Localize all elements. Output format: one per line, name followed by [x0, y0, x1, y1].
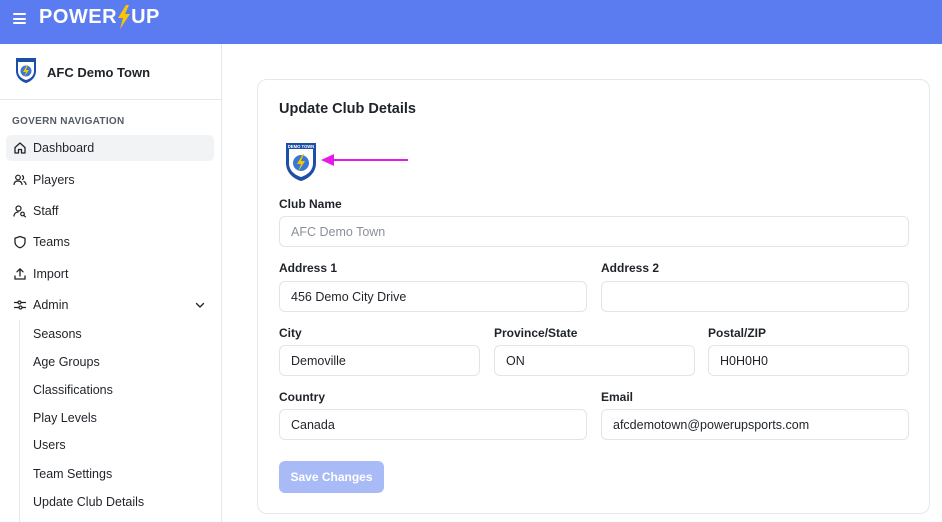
lightning-bolt-icon — [118, 5, 131, 29]
shield-icon — [14, 235, 26, 249]
chevron-down-icon[interactable] — [194, 299, 206, 311]
address2-label: Address 2 — [601, 261, 660, 275]
address1-label: Address 1 — [279, 261, 338, 275]
sidebar-subitem-update-club-details[interactable]: Update Club Details — [33, 495, 144, 509]
sidebar-item-label: Dashboard — [33, 141, 95, 155]
sidebar-subitem-seasons[interactable]: Seasons — [33, 327, 82, 341]
sidebar-item-label: Staff — [33, 204, 59, 218]
club-name-label: Club Name — [279, 197, 342, 211]
sidebar-item-teams[interactable]: Teams — [6, 229, 214, 255]
annotation-arrow — [321, 154, 408, 166]
sidebar-item-players[interactable]: Players — [6, 167, 214, 193]
address1-field[interactable] — [279, 281, 587, 312]
brand-text-right: UP — [131, 5, 160, 28]
club-header: AFC Demo Town — [0, 44, 222, 100]
postal-field[interactable] — [708, 345, 909, 376]
upload-icon — [14, 268, 26, 280]
sidebar-item-import[interactable]: Import — [6, 261, 214, 287]
update-club-card: Update Club Details DEMO TOWN Club Name … — [257, 79, 930, 514]
sidebar-subitem-play-levels[interactable]: Play Levels — [33, 411, 97, 425]
email-field[interactable] — [601, 409, 909, 440]
brand-text-left: POWER — [39, 5, 118, 28]
sidebar: AFC Demo Town GOVERN NAVIGATION Dashboar… — [0, 44, 222, 522]
sidebar-subitem-age-groups[interactable]: Age Groups — [33, 355, 100, 369]
home-icon — [14, 142, 26, 154]
sidebar-item-label: Admin — [33, 298, 69, 312]
sidebar-item-label: Teams — [33, 235, 70, 249]
club-name: AFC Demo Town — [47, 65, 151, 80]
app-logo[interactable]: POWER UP — [39, 5, 160, 29]
settings-sliders-icon — [13, 300, 27, 310]
city-field[interactable] — [279, 345, 480, 376]
postal-label: Postal/ZIP — [708, 326, 767, 340]
address2-field[interactable] — [601, 281, 909, 312]
province-label: Province/State — [494, 326, 578, 340]
sidebar-subitem-users[interactable]: Users — [33, 438, 66, 452]
club-crest-icon — [16, 58, 36, 83]
top-bar: POWER UP — [0, 0, 942, 44]
club-logo-upload[interactable]: DEMO TOWN — [284, 141, 318, 182]
sidebar-item-dashboard[interactable]: Dashboard — [6, 135, 214, 161]
sidebar-subitem-classifications[interactable]: Classifications — [33, 383, 113, 397]
sidebar-subitem-team-settings[interactable]: Team Settings — [33, 467, 112, 481]
sidebar-item-label: Players — [33, 173, 75, 187]
city-label: City — [279, 326, 302, 340]
user-search-icon — [13, 205, 27, 218]
logo-text: DEMO TOWN — [288, 144, 314, 149]
page-title: Update Club Details — [279, 101, 416, 117]
sidebar-item-staff[interactable]: Staff — [6, 198, 214, 224]
email-label: Email — [601, 390, 634, 404]
club-name-field — [279, 216, 909, 247]
nav-heading: GOVERN NAVIGATION — [12, 116, 125, 127]
province-field[interactable] — [494, 345, 695, 376]
menu-icon[interactable] — [13, 13, 26, 24]
country-label: Country — [279, 390, 325, 404]
country-field[interactable] — [279, 409, 587, 440]
save-changes-button[interactable]: Save Changes — [279, 461, 384, 493]
sidebar-item-label: Import — [33, 267, 69, 281]
users-icon — [13, 174, 27, 186]
sidebar-item-admin[interactable]: Admin — [6, 292, 214, 318]
submenu-divider — [19, 320, 20, 522]
